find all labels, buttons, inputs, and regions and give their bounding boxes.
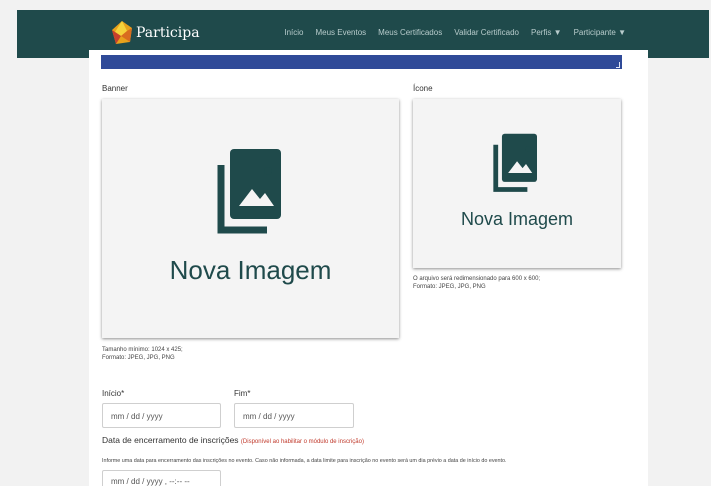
registration-end-input[interactable]: mm / dd / yyyy , --:-- -- [102,470,221,486]
banner-format: Formato: JPEG, JPG, PNG [102,355,175,362]
banner-min-size: Tamanho mínimo: 1024 x 425; [102,347,183,353]
event-form: Banner Nova Imagem Tamanho mínimo: 1024 … [89,50,648,486]
icon-upload[interactable]: Nova Imagem [413,99,621,268]
banner-placeholder-text: Nova Imagem [169,255,332,285]
image-gallery-icon [217,149,281,234]
chevron-down-icon: ▼ [618,28,626,37]
brand-name: Participa [136,25,200,41]
banner-label: Banner [102,84,128,93]
icon-label: Ícone [413,84,433,93]
image-gallery-icon [493,133,537,192]
brand[interactable]: Participa [110,20,200,46]
registration-title: Data de encerramento de inscrições [102,435,239,445]
nav-meus-certificados[interactable]: Meus Certificados [378,28,442,37]
icon-resize-note: O arquivo será redimensionado para 600 x… [413,276,541,282]
banner-upload[interactable]: Nova Imagem [102,99,399,338]
description-editor-bottom [101,55,622,69]
end-date-label: Fim* [234,389,251,398]
nav-validar-certificado[interactable]: Validar Certificado [454,28,519,37]
icon-format: Formato: JPEG, JPG, PNG [413,284,486,291]
main-nav: Início Meus Eventos Meus Certificados Va… [284,28,626,37]
nav-perfis-label: Perfis [530,28,552,37]
start-date-input[interactable]: mm / dd / yyyy [102,403,221,428]
nav-inicio[interactable]: Início [284,28,303,37]
registration-heading: Data de encerramento de inscrições (Disp… [102,435,364,445]
nav-perfis-dropdown[interactable]: Perfis ▼ [531,28,562,37]
registration-help: Informe uma data para encerramento das i… [102,458,507,464]
icon-hints: O arquivo será redimensionado para 600 x… [413,275,540,291]
icon-placeholder-text: Nova Imagem [460,209,574,229]
end-date-input[interactable]: mm / dd / yyyy [234,403,354,428]
nav-meus-eventos[interactable]: Meus Eventos [315,28,366,37]
registration-warning: (Disponível ao habilitar o módulo de ins… [240,439,364,445]
banner-hints: Tamanho mínimo: 1024 x 425; Formato: JPE… [102,346,183,362]
start-date-label: Início* [102,389,125,398]
resize-handle-icon[interactable] [616,62,620,68]
nav-participante-dropdown[interactable]: Participante ▼ [574,28,626,37]
participa-logo-icon [112,21,132,44]
nav-participante-label: Participante [573,28,616,37]
chevron-down-icon: ▼ [553,28,562,37]
